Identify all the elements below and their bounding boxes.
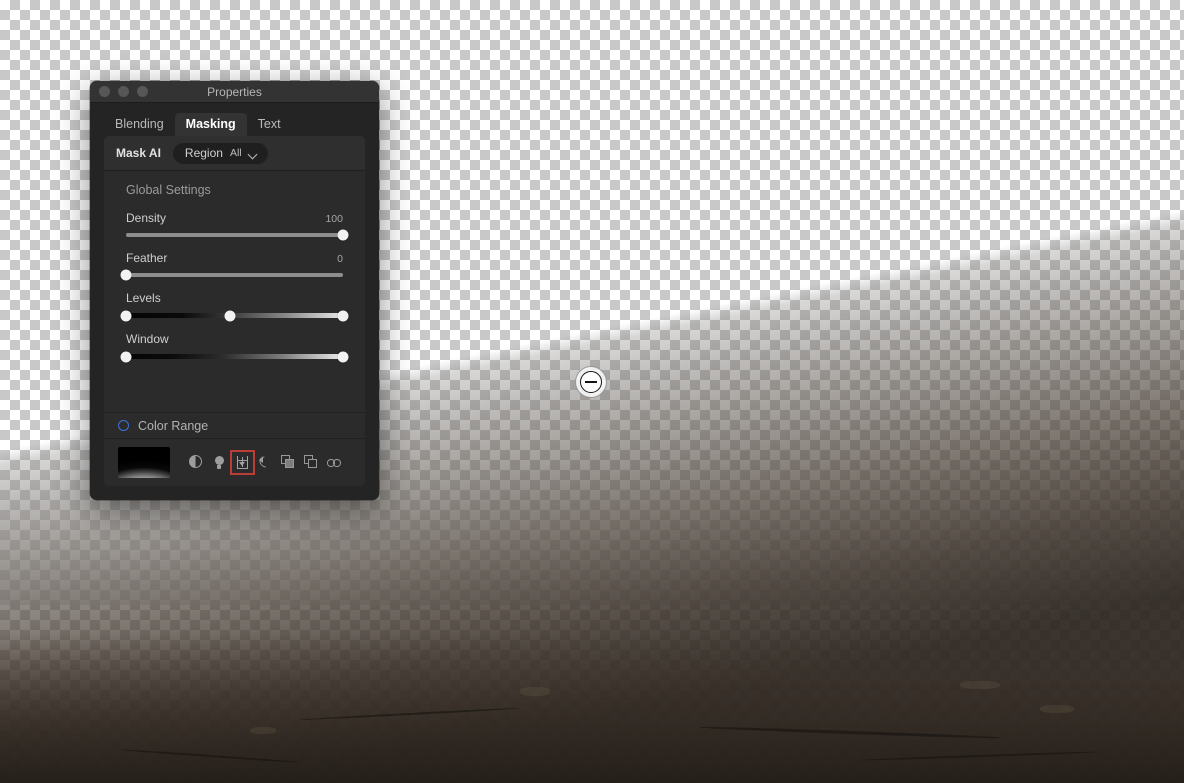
levels-slider-knob-black[interactable] bbox=[120, 310, 132, 321]
undo-icon[interactable] bbox=[257, 454, 273, 470]
duplicate-filled-icon[interactable] bbox=[281, 455, 296, 470]
zoom-out-icon[interactable] bbox=[575, 366, 607, 398]
mask-ai-label: Mask AI bbox=[116, 146, 161, 160]
tab-blending[interactable]: Blending bbox=[104, 113, 175, 136]
levels-header: Levels bbox=[126, 291, 343, 305]
levels-control: Levels bbox=[104, 291, 365, 321]
mask-preview-thumbnail[interactable] bbox=[118, 447, 170, 478]
levels-slider-track[interactable] bbox=[120, 310, 349, 321]
invert-mask-icon[interactable] bbox=[230, 450, 255, 475]
lightbulb-head bbox=[214, 455, 224, 465]
mask-toolbar bbox=[104, 439, 365, 486]
feather-value: 0 bbox=[337, 253, 343, 265]
traffic-lights bbox=[90, 86, 148, 97]
contrast-glyph bbox=[189, 455, 202, 468]
region-dropdown-value: All bbox=[229, 147, 242, 159]
minimize-button[interactable] bbox=[118, 86, 129, 97]
rock-crack bbox=[700, 725, 1000, 739]
lightbulb-icon[interactable] bbox=[212, 455, 227, 470]
window-slider-knob-low[interactable] bbox=[120, 351, 132, 362]
feather-slider-track[interactable] bbox=[120, 269, 343, 281]
rock-crack bbox=[860, 750, 1100, 762]
close-button[interactable] bbox=[99, 86, 110, 97]
color-range-row[interactable]: Color Range bbox=[104, 412, 365, 439]
feather-control: Feather 0 bbox=[104, 251, 365, 281]
mask-ai-row: Mask AI Region All bbox=[104, 136, 365, 171]
rock-speck bbox=[1040, 705, 1074, 713]
density-value: 100 bbox=[325, 213, 343, 225]
levels-slider-knob-white[interactable] bbox=[337, 310, 349, 321]
mask-tool-icons bbox=[189, 450, 342, 475]
rock-crack bbox=[120, 748, 300, 764]
window-control: Window bbox=[104, 332, 365, 362]
lightbulb-base bbox=[217, 464, 221, 469]
region-dropdown-label: Region bbox=[184, 146, 223, 160]
density-header: Density 100 bbox=[126, 211, 343, 225]
link-right-ring bbox=[333, 459, 341, 467]
tab-text[interactable]: Text bbox=[247, 113, 292, 136]
global-settings-panel: Global Settings Density 100 Feather 0 Le… bbox=[104, 171, 365, 412]
feather-label: Feather bbox=[126, 251, 168, 265]
undo-arrowhead bbox=[258, 456, 263, 463]
duplicate-outline-front-square bbox=[308, 459, 317, 468]
zoom-cursor-minus bbox=[585, 381, 597, 383]
region-dropdown[interactable]: Region All bbox=[172, 142, 268, 164]
rock-photo-layer bbox=[0, 185, 1184, 783]
image-canvas[interactable]: Properties Blending Masking Text Mask AI… bbox=[0, 0, 1184, 783]
window-slider-knob-high[interactable] bbox=[337, 351, 349, 362]
window-header: Window bbox=[126, 332, 343, 346]
rock-speck bbox=[520, 687, 550, 696]
properties-window[interactable]: Properties Blending Masking Text Mask AI… bbox=[90, 81, 379, 500]
density-label: Density bbox=[126, 211, 167, 225]
feather-header: Feather 0 bbox=[126, 251, 343, 265]
tabbar: Blending Masking Text bbox=[90, 103, 379, 136]
tab-masking[interactable]: Masking bbox=[174, 113, 247, 136]
rock-foreground bbox=[0, 633, 1184, 783]
density-control: Density 100 bbox=[104, 211, 365, 241]
levels-slider-knob-mid[interactable] bbox=[224, 310, 236, 321]
contrast-icon[interactable] bbox=[189, 455, 204, 470]
zoom-button[interactable] bbox=[137, 86, 148, 97]
feather-slider-knob[interactable] bbox=[120, 269, 132, 281]
invert-arrow bbox=[239, 461, 245, 466]
color-range-label: Color Range bbox=[138, 418, 209, 433]
link-masks-icon[interactable] bbox=[327, 455, 342, 470]
chevron-down-icon bbox=[249, 151, 258, 156]
rock-crack bbox=[300, 707, 520, 721]
window-label: Window bbox=[126, 332, 169, 346]
window-titlebar[interactable]: Properties bbox=[90, 81, 379, 103]
rock-speck bbox=[960, 681, 1000, 689]
color-range-toggle-icon[interactable] bbox=[118, 420, 129, 431]
global-settings-title: Global Settings bbox=[126, 183, 211, 197]
density-slider-knob[interactable] bbox=[337, 229, 349, 241]
window-body: Blending Masking Text Mask AI Region All… bbox=[90, 103, 379, 500]
duplicate-front-square bbox=[285, 459, 294, 468]
rock-speck bbox=[250, 727, 276, 734]
duplicate-outline-icon[interactable] bbox=[304, 455, 319, 470]
window-slider-track[interactable] bbox=[120, 351, 349, 362]
levels-label: Levels bbox=[126, 291, 161, 305]
density-slider-track[interactable] bbox=[126, 229, 349, 241]
